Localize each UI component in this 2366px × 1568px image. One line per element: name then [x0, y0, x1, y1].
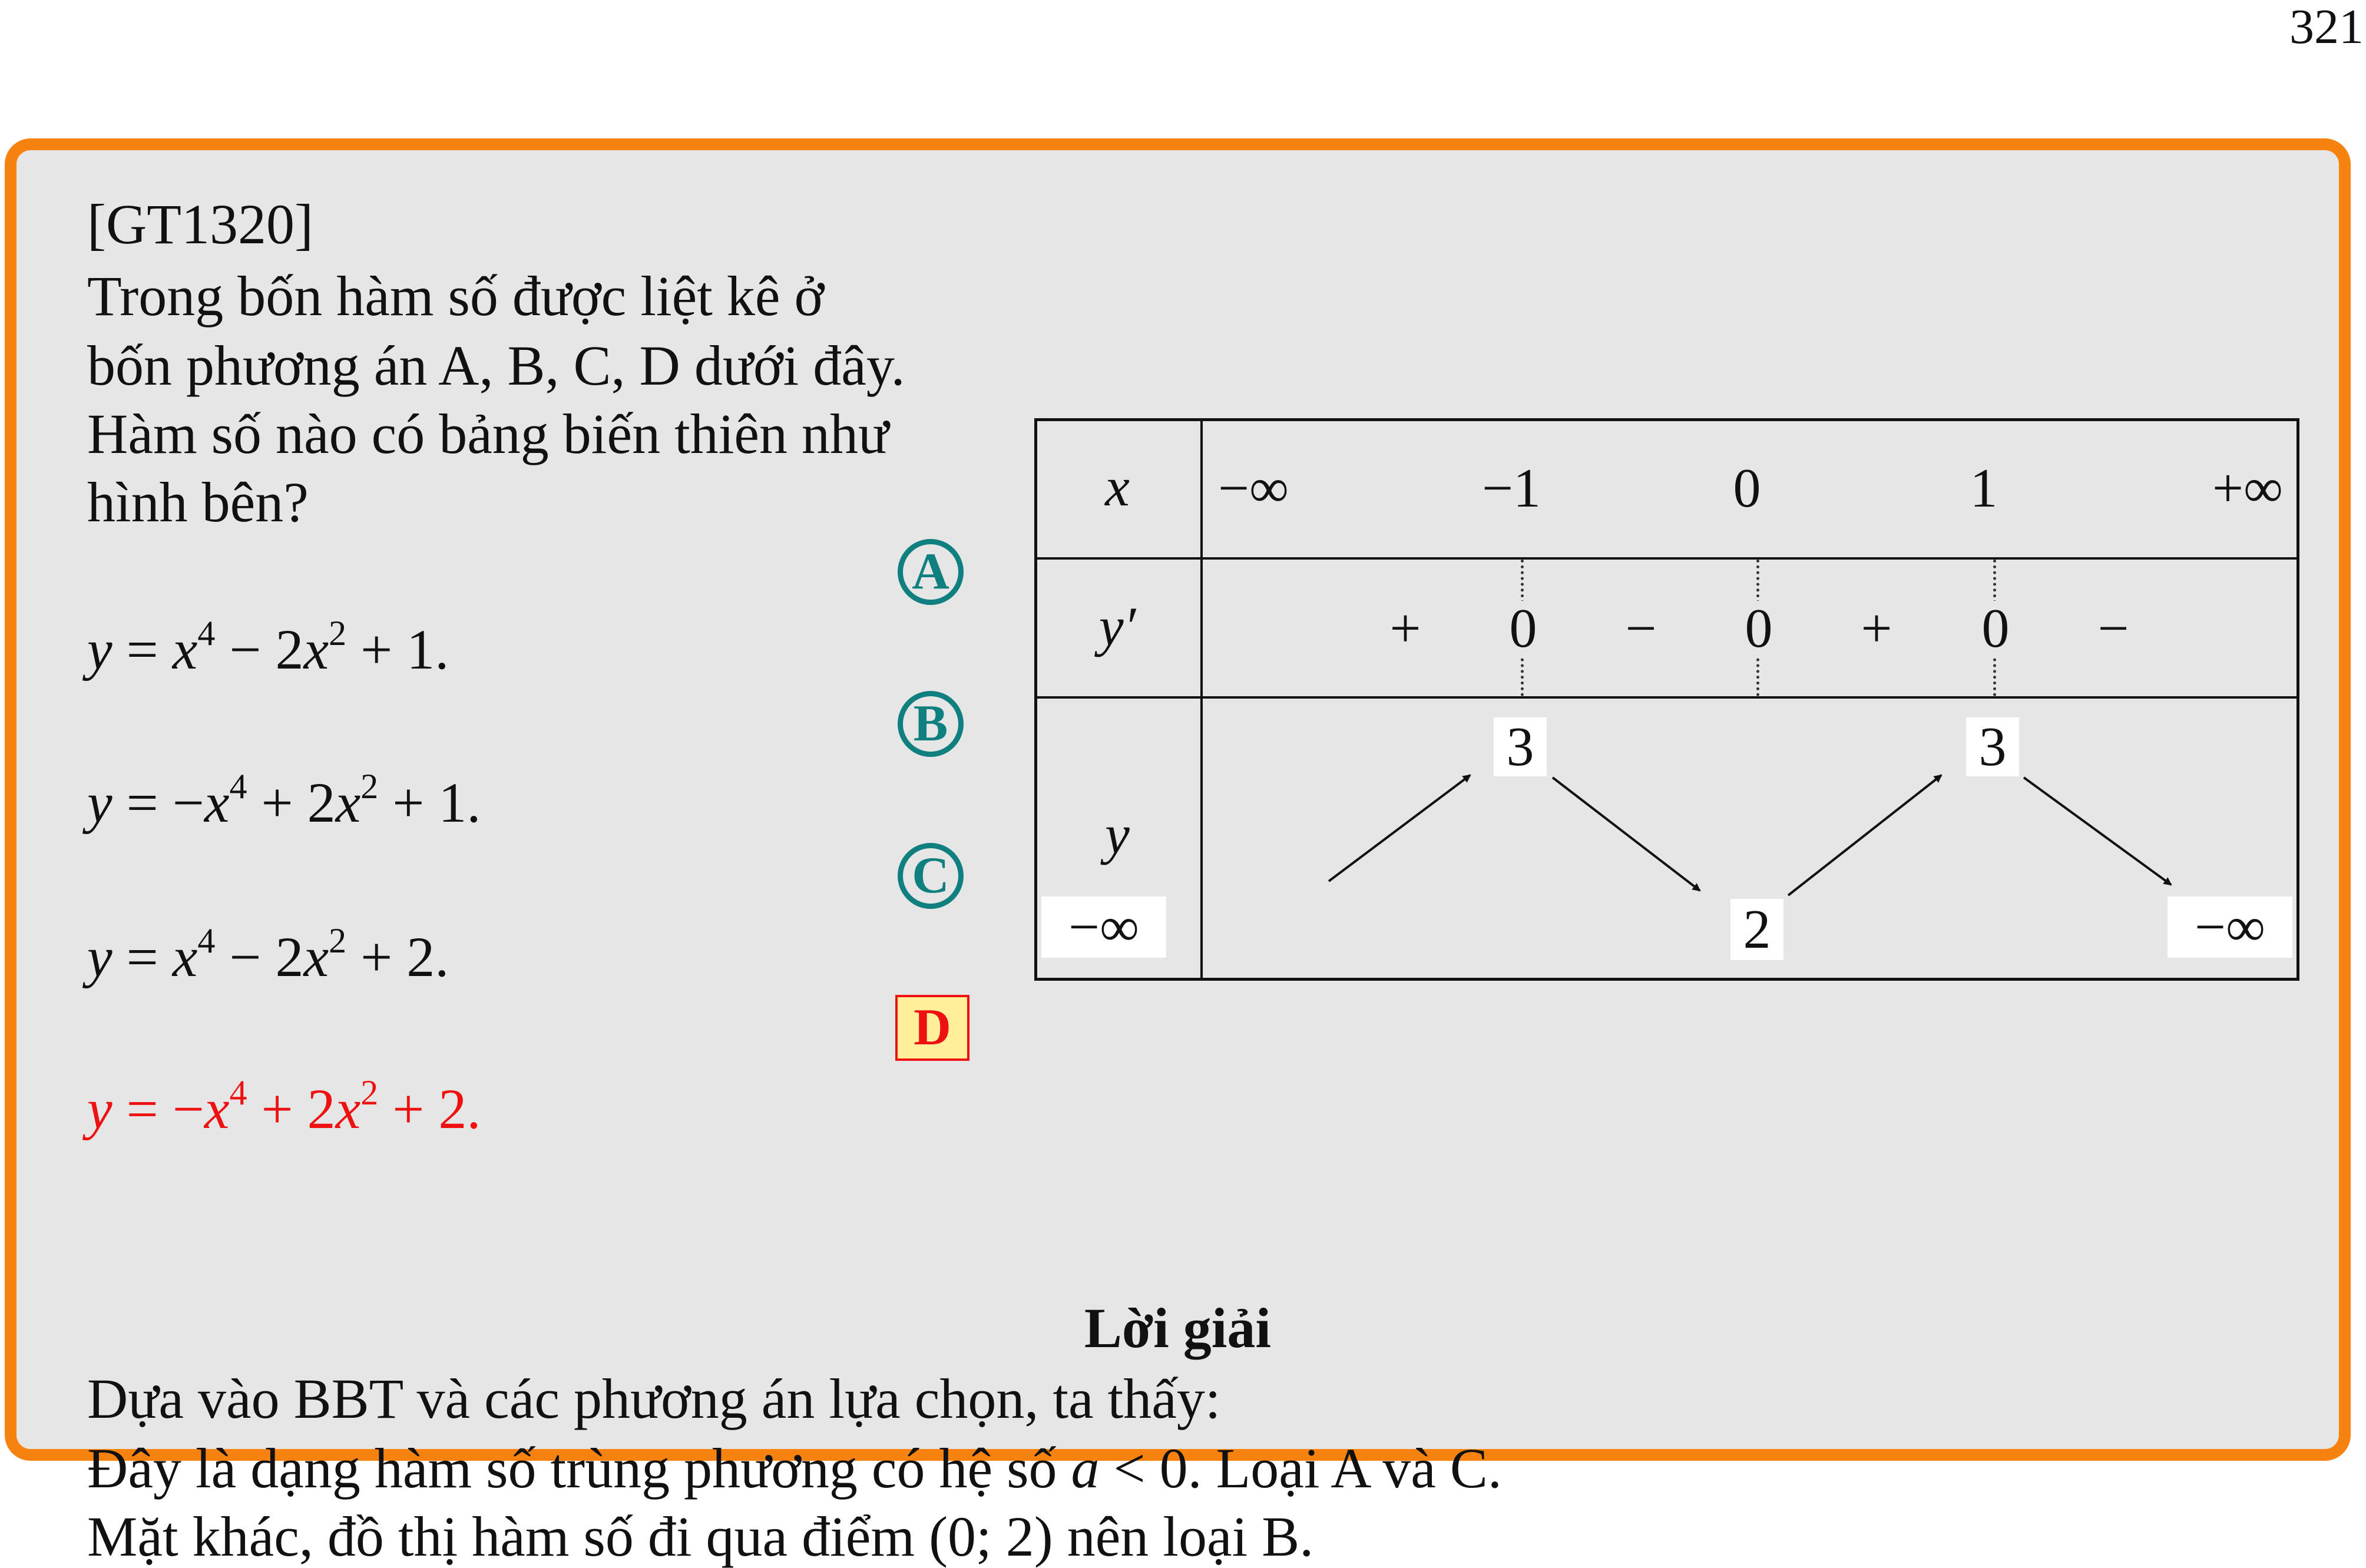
- arrow-up: [1787, 774, 1943, 897]
- y-min-value: 2: [1730, 899, 1783, 960]
- choice-formula: y = −x4 + 2x2 + 1.: [87, 767, 481, 834]
- arrow-up: [1328, 774, 1471, 882]
- choice-label-correct: D: [895, 995, 969, 1061]
- problem-box: [GT1320] Trong bốn hàm số được liệt kê ở…: [5, 138, 2351, 1565]
- choice-label: C: [898, 843, 964, 909]
- arrow-down: [2023, 776, 2172, 886]
- y-max-value: 3: [1494, 717, 1547, 776]
- variation-arrows: [1328, 774, 2172, 897]
- y-max-value: 3: [1966, 717, 2019, 776]
- choice-formula: y = x4 − 2x2 + 1.: [87, 614, 449, 681]
- variation-table: x y′ y −∞ −1 0 1 +∞ + 0 − 0 + 0 − 3 3 −∞…: [1034, 418, 2299, 981]
- arrow-down: [1551, 776, 1701, 892]
- stem-line: bốn phương án A, B, C, D dưới đây.: [87, 334, 905, 397]
- stem-line: Hàm số nào có bảng biến thiên như: [87, 402, 889, 465]
- solution-line: Mặt khác, đồ thị hàm số đi qua điểm (0; …: [87, 1505, 1314, 1568]
- stem-line: hình bên?: [87, 471, 309, 534]
- problem-code: [GT1320]: [87, 193, 313, 256]
- stem-line: Trong bốn hàm số được liệt kê ở: [87, 264, 825, 328]
- choice-label: B: [898, 691, 964, 757]
- y-limit-value: −∞: [1041, 897, 1166, 958]
- choice-formula-correct: y = −x4 + 2x2 + 2.: [87, 1073, 481, 1140]
- solution-line: Đây là dạng hàm số trùng phương có hệ số…: [87, 1437, 1502, 1500]
- page-number: 321: [2289, 0, 2364, 54]
- choice-formula: y = x4 − 2x2 + 2.: [87, 921, 449, 988]
- solution-title: Lời giải: [1084, 1296, 1272, 1359]
- solution-line: Dựa vào BBT và các phương án lựa chọn, t…: [87, 1367, 1221, 1430]
- choice-label: A: [898, 539, 964, 605]
- y-limit-value: −∞: [2168, 897, 2292, 958]
